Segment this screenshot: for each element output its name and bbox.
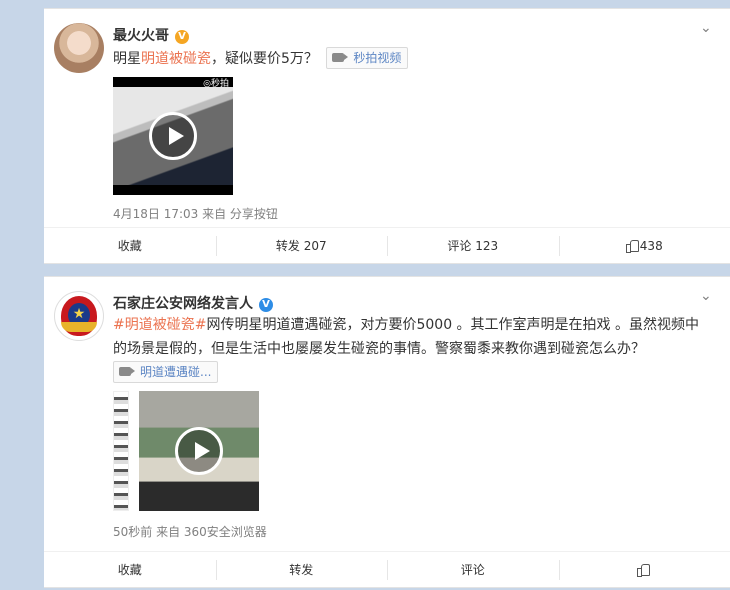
chevron-down-icon[interactable]: ⌄ xyxy=(700,21,714,35)
repost-button[interactable]: 转发 xyxy=(215,552,388,587)
favorite-button[interactable]: 收藏 xyxy=(44,552,216,587)
like-button[interactable] xyxy=(558,552,730,587)
hashtag-link[interactable]: # xyxy=(195,317,207,333)
action-bar: 收藏 转发 207 评论 123 438 xyxy=(44,227,730,263)
video-camera-icon xyxy=(119,367,135,376)
comment-button[interactable]: 评论 123 xyxy=(387,228,559,263)
post-meta: 4月18日 17:03 来自 分享按钮 xyxy=(113,207,278,221)
video-camera-icon xyxy=(332,53,349,62)
username-link[interactable]: 石家庄公安网络发言人 xyxy=(113,296,253,312)
chevron-down-icon[interactable]: ⌄ xyxy=(700,289,714,303)
hashtag-link[interactable]: #明道被碰瓷 xyxy=(113,317,195,333)
avatar[interactable] xyxy=(54,23,104,73)
post-text: #明道被碰瓷#网传明星明道遭遇碰瓷，对方要价5000 。其工作室声明是在拍戏 。… xyxy=(113,313,709,385)
video-watermark: ◎秒拍 xyxy=(203,79,229,89)
like-button[interactable]: 438 xyxy=(558,228,730,263)
weibo-post-card: 最火火哥 V ⌄ 明星明道被碰瓷，疑似要价5万？ 秒拍视频 ◎秒拍 4月18日 1… xyxy=(44,8,730,264)
weibo-post-card: ★ 石家庄公安网络发言人 V ⌄ #明道被碰瓷#网传明星明道遭遇碰瓷，对方要价50… xyxy=(44,276,730,588)
verified-badge-icon: V xyxy=(259,298,273,312)
play-icon[interactable] xyxy=(175,427,223,475)
video-thumbnail[interactable] xyxy=(139,391,259,511)
action-bar: 收藏 转发 评论 xyxy=(44,551,730,587)
post-text: 明星明道被碰瓷，疑似要价5万？ 秒拍视频 xyxy=(113,47,713,71)
thumbs-up-icon xyxy=(625,239,639,253)
video-link-tag[interactable]: 明道遭遇碰... xyxy=(113,361,219,383)
video-filmstrip xyxy=(113,391,129,511)
video-thumbnail[interactable]: ◎秒拍 xyxy=(113,77,233,195)
play-icon[interactable] xyxy=(149,112,197,160)
highlight-keyword: 明道被碰瓷 xyxy=(141,51,211,67)
repost-button[interactable]: 转发 207 xyxy=(215,228,388,263)
letterbox-bar xyxy=(113,185,233,195)
favorite-button[interactable]: 收藏 xyxy=(44,228,216,263)
avatar[interactable]: ★ xyxy=(54,291,104,341)
star-icon: ★ xyxy=(72,306,86,322)
thumbs-up-icon xyxy=(637,563,651,577)
comment-button[interactable]: 评论 xyxy=(387,552,559,587)
video-link-tag[interactable]: 秒拍视频 xyxy=(326,47,409,69)
username-link[interactable]: 最火火哥 xyxy=(113,28,169,44)
verified-badge-icon: V xyxy=(175,30,189,44)
post-meta: 50秒前 来自 360安全浏览器 xyxy=(113,525,267,539)
